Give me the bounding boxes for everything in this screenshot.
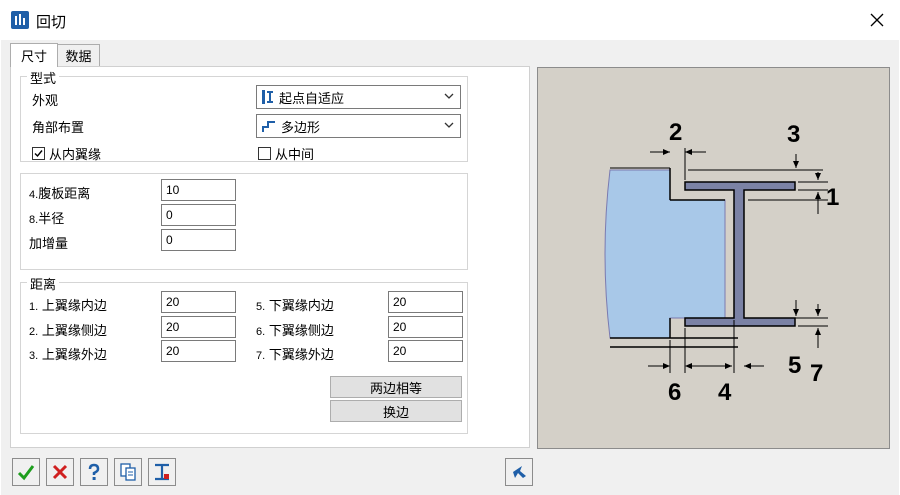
dim-label-5: 5 xyxy=(788,352,801,379)
corner-select[interactable]: 多边形 xyxy=(256,114,461,138)
ok-icon xyxy=(17,465,35,481)
pick-icon xyxy=(513,466,526,478)
pick-button[interactable] xyxy=(505,458,533,486)
top-flange-inner-label: 1. 上翼缘内边 xyxy=(29,298,107,313)
help-button[interactable] xyxy=(80,458,108,486)
increment-input[interactable]: 0 xyxy=(161,229,236,251)
copy-icon xyxy=(120,463,136,481)
plate-shape xyxy=(604,169,726,339)
checkbox-box xyxy=(32,147,45,160)
web-distance-input[interactable]: 10 xyxy=(161,179,236,201)
from-inner-flange-checkbox[interactable]: 从内翼缘 xyxy=(32,144,101,163)
dim-label-2: 2 xyxy=(669,119,682,146)
preview-svg: 2 3 1 5 7 6 4 xyxy=(604,119,839,406)
dim-label-1: 1 xyxy=(826,184,839,211)
help-icon xyxy=(88,463,100,480)
chevron-down-icon xyxy=(444,122,454,128)
cancel-icon xyxy=(52,464,68,480)
type-group-title: 型式 xyxy=(27,68,60,87)
cut-preview-diagram: 2 3 1 5 7 6 4 xyxy=(537,67,890,449)
app-icon xyxy=(11,11,29,29)
from-inner-flange-label: 从内翼缘 xyxy=(49,147,102,162)
corner-value: 多边形 xyxy=(281,119,321,135)
checkbox-box xyxy=(258,147,271,160)
appearance-label: 外观 xyxy=(32,93,59,108)
beam-icon xyxy=(155,463,169,481)
top-flange-outer-label: 3. 上翼缘外边 xyxy=(29,347,107,362)
dim-label-7: 7 xyxy=(810,360,823,387)
bottom-flange-outer-label: 7. 下翼缘外边 xyxy=(256,347,334,362)
swap-sides-button[interactable]: 换边 xyxy=(330,400,462,422)
from-middle-label: 从中间 xyxy=(275,147,315,162)
chevron-down-icon xyxy=(444,93,454,99)
ok-button[interactable] xyxy=(12,458,40,486)
title-bar xyxy=(0,0,900,40)
tab-data[interactable]: 数据 xyxy=(57,44,100,66)
corner-label: 角部布置 xyxy=(32,120,85,135)
increment-label: 加增量 xyxy=(29,236,69,251)
bottom-flange-inner-input[interactable]: 20 xyxy=(388,291,463,313)
dim-label-4: 4 xyxy=(718,379,732,406)
close-icon xyxy=(870,13,884,27)
copy-button[interactable] xyxy=(114,458,142,486)
radius-label: 8.半径 xyxy=(29,211,65,226)
window-title: 回切 xyxy=(36,14,67,31)
bottom-flange-side-label: 6. 下翼缘侧边 xyxy=(256,323,334,338)
bottom-flange-outer-input[interactable]: 20 xyxy=(388,340,463,362)
cancel-button[interactable] xyxy=(46,458,74,486)
appearance-value: 起点自适应 xyxy=(279,90,345,106)
auto-adapt-icon xyxy=(262,90,273,104)
beam-button[interactable] xyxy=(148,458,176,486)
close-button[interactable] xyxy=(862,6,892,34)
web-distance-label: 4.腹板距离 xyxy=(29,186,91,201)
top-flange-side-input[interactable]: 20 xyxy=(161,316,236,338)
checkmark-icon xyxy=(34,150,43,158)
appearance-select[interactable]: 起点自适应 xyxy=(256,85,461,109)
distance-group-title: 距离 xyxy=(27,274,60,293)
polygon-corner-icon xyxy=(262,121,275,132)
dim-label-6: 6 xyxy=(668,379,681,406)
equal-sides-button[interactable]: 两边相等 xyxy=(330,376,462,398)
top-flange-outer-input[interactable]: 20 xyxy=(161,340,236,362)
from-middle-checkbox[interactable]: 从中间 xyxy=(258,144,314,163)
radius-input[interactable]: 0 xyxy=(161,204,236,226)
top-flange-side-label: 2. 上翼缘侧边 xyxy=(29,323,107,338)
bottom-flange-inner-label: 5. 下翼缘内边 xyxy=(256,298,334,313)
top-flange-inner-input[interactable]: 20 xyxy=(161,291,236,313)
tab-size[interactable]: 尺寸 xyxy=(10,43,58,67)
dim-label-3: 3 xyxy=(787,121,800,148)
bottom-flange-side-input[interactable]: 20 xyxy=(388,316,463,338)
